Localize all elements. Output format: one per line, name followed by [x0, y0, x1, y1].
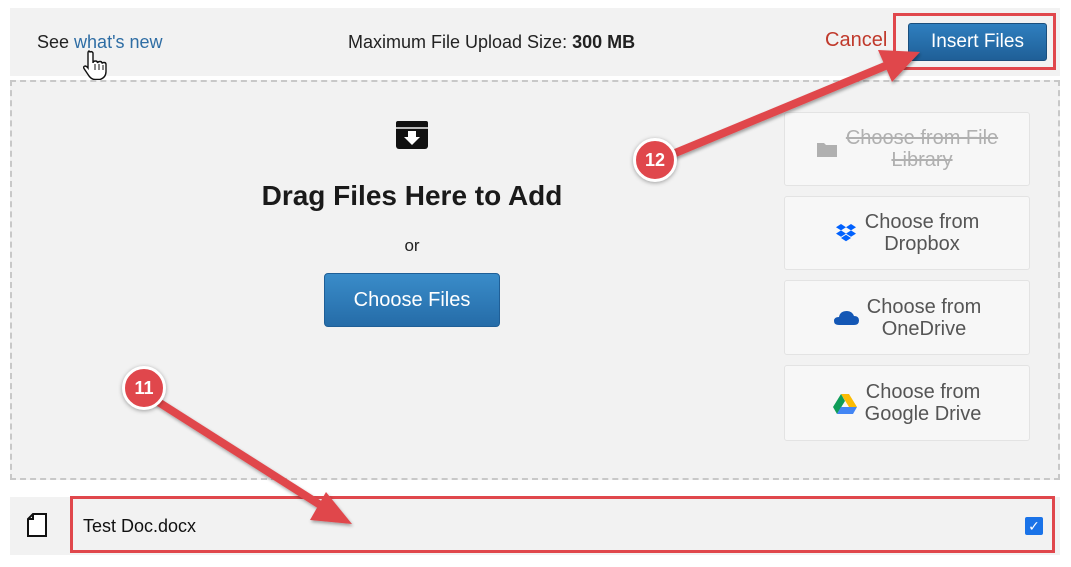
- dropbox-icon: [835, 223, 857, 243]
- whats-new-notice: See what's new: [37, 32, 163, 53]
- whats-new-link[interactable]: what's new: [74, 32, 162, 52]
- choose-from-onedrive-button[interactable]: Choose from OneDrive: [784, 280, 1030, 355]
- folder-icon: [816, 140, 838, 158]
- max-upload-size: Maximum File Upload Size: 300 MB: [348, 32, 635, 53]
- insert-files-button[interactable]: Insert Files: [908, 23, 1047, 61]
- onedrive-icon: [833, 310, 859, 326]
- see-prefix: See: [37, 32, 70, 52]
- step-badge-11: 11: [122, 366, 166, 410]
- choose-from-dropbox-button[interactable]: Choose from Dropbox: [784, 196, 1030, 270]
- dropbox-label: Choose from Dropbox: [864, 211, 980, 255]
- top-bar: See what's new Maximum File Upload Size:…: [10, 8, 1060, 76]
- choose-files-button[interactable]: Choose Files: [324, 273, 500, 327]
- file-select-checkbox[interactable]: ✓: [1025, 517, 1043, 535]
- cancel-button[interactable]: Cancel: [825, 29, 887, 52]
- max-size-value: 300 MB: [572, 32, 636, 52]
- step-badge-12: 12: [633, 138, 677, 182]
- file-library-label: Choose from File Library: [845, 127, 999, 171]
- or-text: or: [404, 236, 420, 255]
- drop-zone-title: Drag Files Here to Add: [261, 180, 563, 211]
- choose-from-file-library-button[interactable]: Choose from File Library: [784, 112, 1030, 186]
- drop-zone[interactable]: Drag Files Here to Add or Choose Files C…: [10, 80, 1060, 480]
- file-name: Test Doc.docx: [83, 516, 197, 536]
- onedrive-label: Choose from OneDrive: [866, 295, 982, 340]
- google-drive-label: Choose from Google Drive: [864, 381, 982, 425]
- choose-from-google-drive-button[interactable]: Choose from Google Drive: [784, 365, 1030, 441]
- inbox-download-icon: [396, 121, 428, 149]
- google-drive-icon: [832, 393, 857, 414]
- max-size-label: Maximum File Upload Size:: [348, 32, 568, 52]
- file-list-row: Test Doc.docx ✓: [10, 497, 1060, 555]
- document-icon: [27, 513, 47, 537]
